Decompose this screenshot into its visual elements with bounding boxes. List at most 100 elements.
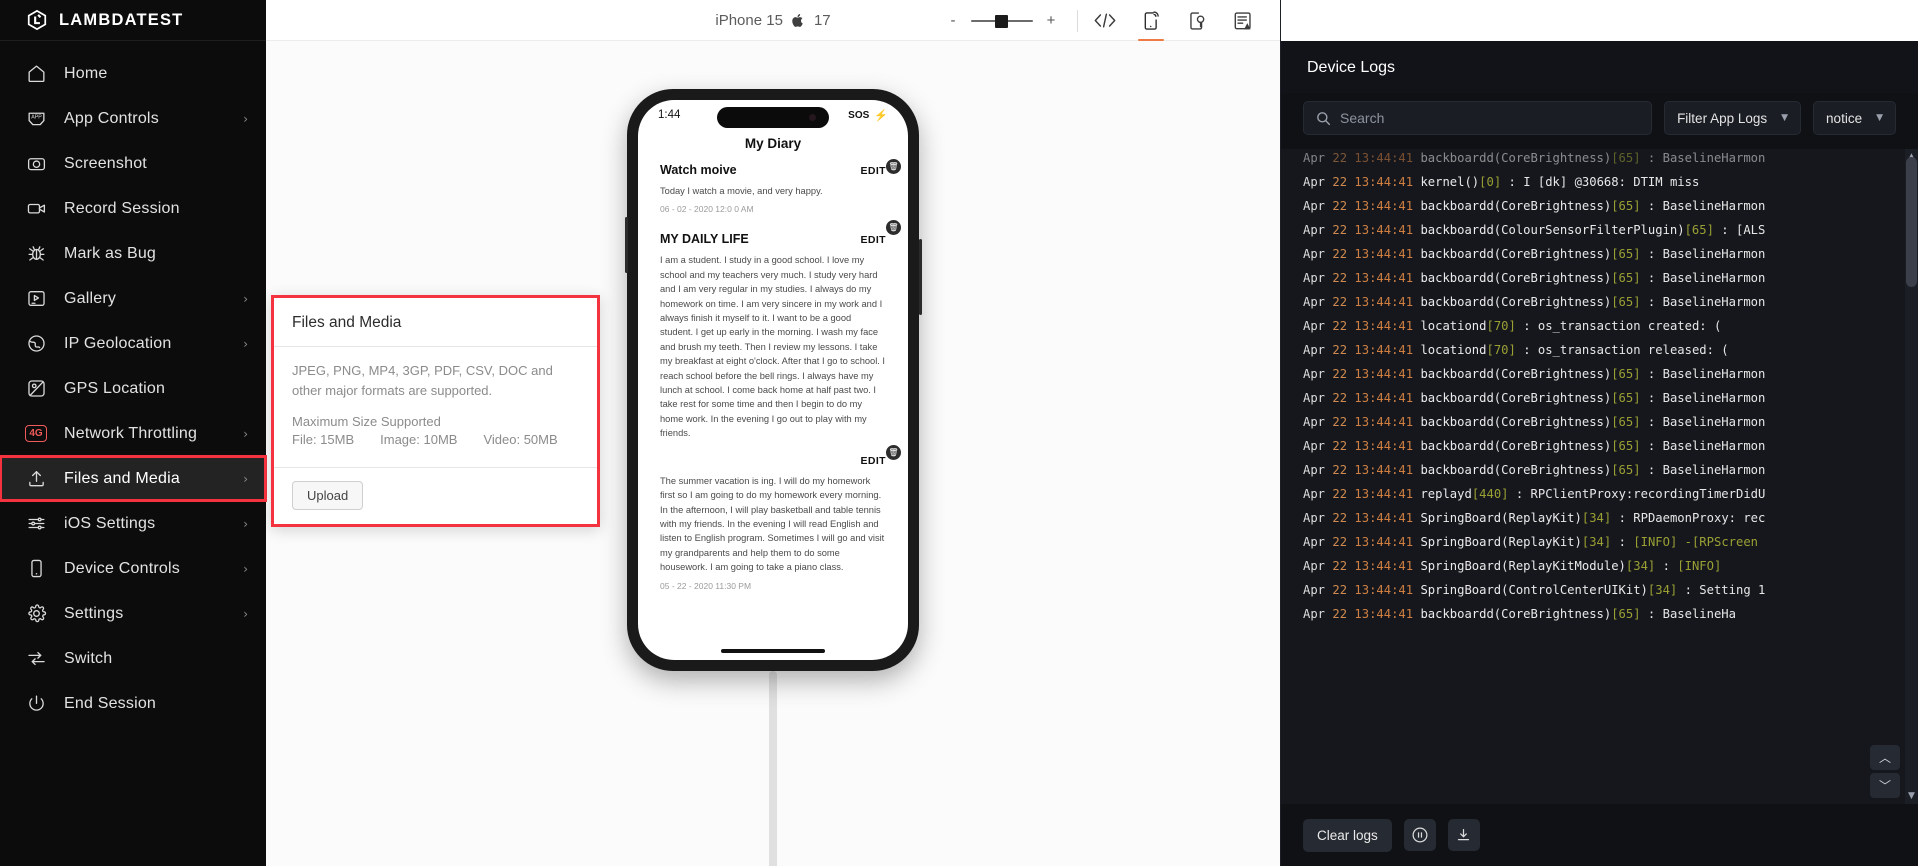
log-scroll-down-button[interactable]: ﹀ <box>1870 773 1900 798</box>
log-line: Apr 22 13:44:41 backboardd(CoreBrightnes… <box>1281 386 1918 410</box>
pause-icon[interactable] <box>1403 819 1436 851</box>
log-message: BaselineHarmon <box>1662 438 1766 453</box>
log-level: : <box>1618 534 1626 549</box>
log-date: Apr <box>1303 534 1326 549</box>
sidebar-item-gallery[interactable]: Gallery › <box>0 276 266 321</box>
chevron-right-icon: › <box>243 471 248 486</box>
device-mirror-icon[interactable] <box>1128 0 1174 41</box>
log-process: locationd <box>1420 342 1487 357</box>
log-scroll-up-button[interactable]: ︿ <box>1870 745 1900 770</box>
upload-icon <box>24 467 48 491</box>
phone-frame: 1:44 SOS ⚡ My Diary 🗑 Watch moive EDIT T… <box>624 89 922 671</box>
sidebar-item-label: Record Session <box>64 199 180 217</box>
log-line: Apr 22 13:44:41 locationd[70] : os_trans… <box>1281 338 1918 362</box>
search-input[interactable] <box>1340 110 1640 126</box>
clear-logs-button[interactable]: Clear logs <box>1303 818 1392 852</box>
log-line: Apr 22 13:44:41 backboardd(CoreBrightnes… <box>1281 362 1918 386</box>
filter-app-logs-select[interactable]: Filter App Logs ▼ <box>1664 101 1802 135</box>
log-level: : <box>1647 270 1656 285</box>
log-time: 13:44:41 <box>1354 462 1414 477</box>
sidebar-item-ip-geolocation[interactable]: IP Geolocation › <box>0 321 266 366</box>
sidebar-item-files-and-media[interactable]: Files and Media › <box>0 455 267 502</box>
files-and-media-panel-footer: Upload <box>274 467 597 524</box>
delete-entry-icon[interactable]: 🗑 <box>886 159 901 174</box>
scrollbar-down-arrow-icon[interactable]: ▼ <box>1906 790 1917 802</box>
test-report-icon[interactable] <box>1220 0 1266 41</box>
diary-entry-header: MY DAILY LIFE EDIT <box>660 232 886 246</box>
brand-logo[interactable]: LAMBDATEST <box>0 0 266 41</box>
log-process: backboardd(CoreBrightness) <box>1420 294 1612 309</box>
log-date: Apr <box>1303 438 1326 453</box>
log-process: backboardd(CoreBrightness) <box>1420 198 1612 213</box>
log-level: : <box>1721 222 1729 237</box>
log-time: 13:44:41 <box>1354 198 1414 213</box>
log-pid: [34] <box>1625 558 1656 573</box>
app-controls-icon: APP <box>24 107 48 131</box>
log-line: Apr 22 13:44:41 backboardd(CoreBrightnes… <box>1281 149 1918 170</box>
max-size-values: File: 15MB Image: 10MB Video: 50MB <box>292 432 579 447</box>
sidebar-item-record-session[interactable]: Record Session <box>0 186 266 231</box>
code-inspector-icon[interactable] <box>1082 0 1128 41</box>
network-4g-icon: 4G <box>24 422 48 446</box>
log-message: BaselineHarmon <box>1662 150 1766 165</box>
diary-entry-edit-button[interactable]: EDIT <box>860 165 886 177</box>
sidebar-item-network-throttling[interactable]: 4G Network Throttling › <box>0 411 266 456</box>
max-size-image: Image: 10MB <box>380 432 458 447</box>
log-output-list[interactable]: Apr 22 13:44:41 backboardd(CoreBrightnes… <box>1281 149 1918 804</box>
lambdatest-logo-icon <box>26 9 48 31</box>
sidebar-item-screenshot[interactable]: Screenshot <box>0 141 266 186</box>
log-pid: [440] <box>1471 486 1509 501</box>
zoom-slider[interactable] <box>971 10 1033 32</box>
toolbar-divider <box>1077 9 1078 32</box>
log-line: Apr 22 13:44:41 backboardd(CoreBrightnes… <box>1281 434 1918 458</box>
charging-cable <box>769 671 777 866</box>
sidebar-item-settings[interactable]: Settings › <box>0 591 266 636</box>
log-line: Apr 22 13:44:41 backboardd(CoreBrightnes… <box>1281 290 1918 314</box>
chevron-right-icon: › <box>243 426 248 441</box>
log-process: SpringBoard(ReplayKitModule) <box>1420 558 1626 573</box>
log-day: 22 <box>1332 366 1348 381</box>
home-indicator <box>721 649 825 653</box>
log-pid: [65] <box>1611 270 1641 285</box>
log-message: BaselineHarmon <box>1662 390 1766 405</box>
device-logs-footer: Clear logs <box>1281 804 1918 866</box>
sidebar-item-end-session[interactable]: End Session <box>0 681 266 726</box>
sidebar-item-ios-settings[interactable]: iOS Settings › <box>0 501 266 546</box>
diary-entry-edit-button[interactable]: EDIT <box>860 234 886 246</box>
log-scrollbar[interactable]: ▲ ▼ <box>1905 149 1918 804</box>
log-pid: [65] <box>1611 150 1641 165</box>
log-message: BaselineHarmon <box>1662 462 1766 477</box>
download-icon[interactable] <box>1447 819 1480 851</box>
sidebar-item-label: IP Geolocation <box>64 334 172 352</box>
log-process: backboardd(CoreBrightness) <box>1420 270 1612 285</box>
delete-entry-icon[interactable]: 🗑 <box>886 220 901 236</box>
log-pid: [65] <box>1611 294 1641 309</box>
log-process: backboardd(CoreBrightness) <box>1420 606 1612 621</box>
log-message: BaselineHarmon <box>1662 366 1766 381</box>
sidebar-item-app-controls[interactable]: APP App Controls › <box>0 96 266 141</box>
upload-button[interactable]: Upload <box>292 481 364 510</box>
zoom-slider-knob[interactable] <box>995 14 1008 28</box>
zoom-out-button[interactable]: - <box>945 10 961 32</box>
zoom-in-button[interactable]: + <box>1043 10 1059 32</box>
log-search-box[interactable] <box>1303 101 1653 135</box>
log-level-select[interactable]: notice ▼ <box>1813 101 1896 135</box>
device-inspect-icon[interactable] <box>1174 0 1220 41</box>
log-scrollbar-thumb[interactable] <box>1906 157 1917 287</box>
log-date: Apr <box>1303 198 1326 213</box>
log-level: : <box>1647 390 1656 405</box>
sidebar-item-device-controls[interactable]: Device Controls › <box>0 546 266 591</box>
log-scroll-nav: ︿ ﹀ <box>1870 745 1900 798</box>
sidebar-item-home[interactable]: Home <box>0 51 266 96</box>
sidebar-item-switch[interactable]: Switch <box>0 636 266 681</box>
diary-entry-body: Today I watch a movie, and very happy. <box>660 186 823 196</box>
chevron-right-icon: › <box>243 336 248 351</box>
sidebar-item-label: Home <box>64 64 108 82</box>
diary-entry-edit-button[interactable]: EDIT <box>860 455 886 467</box>
top-toolbar: iPhone 15 17 - + <box>266 0 1280 41</box>
sidebar-item-gps-location[interactable]: GPS Location <box>0 366 266 411</box>
delete-entry-icon[interactable]: 🗑 <box>886 444 901 460</box>
log-time: 13:44:41 <box>1354 582 1414 597</box>
sidebar-item-mark-as-bug[interactable]: Mark as Bug <box>0 231 266 276</box>
phone-screen[interactable]: 1:44 SOS ⚡ My Diary 🗑 Watch moive EDIT T… <box>638 100 908 660</box>
